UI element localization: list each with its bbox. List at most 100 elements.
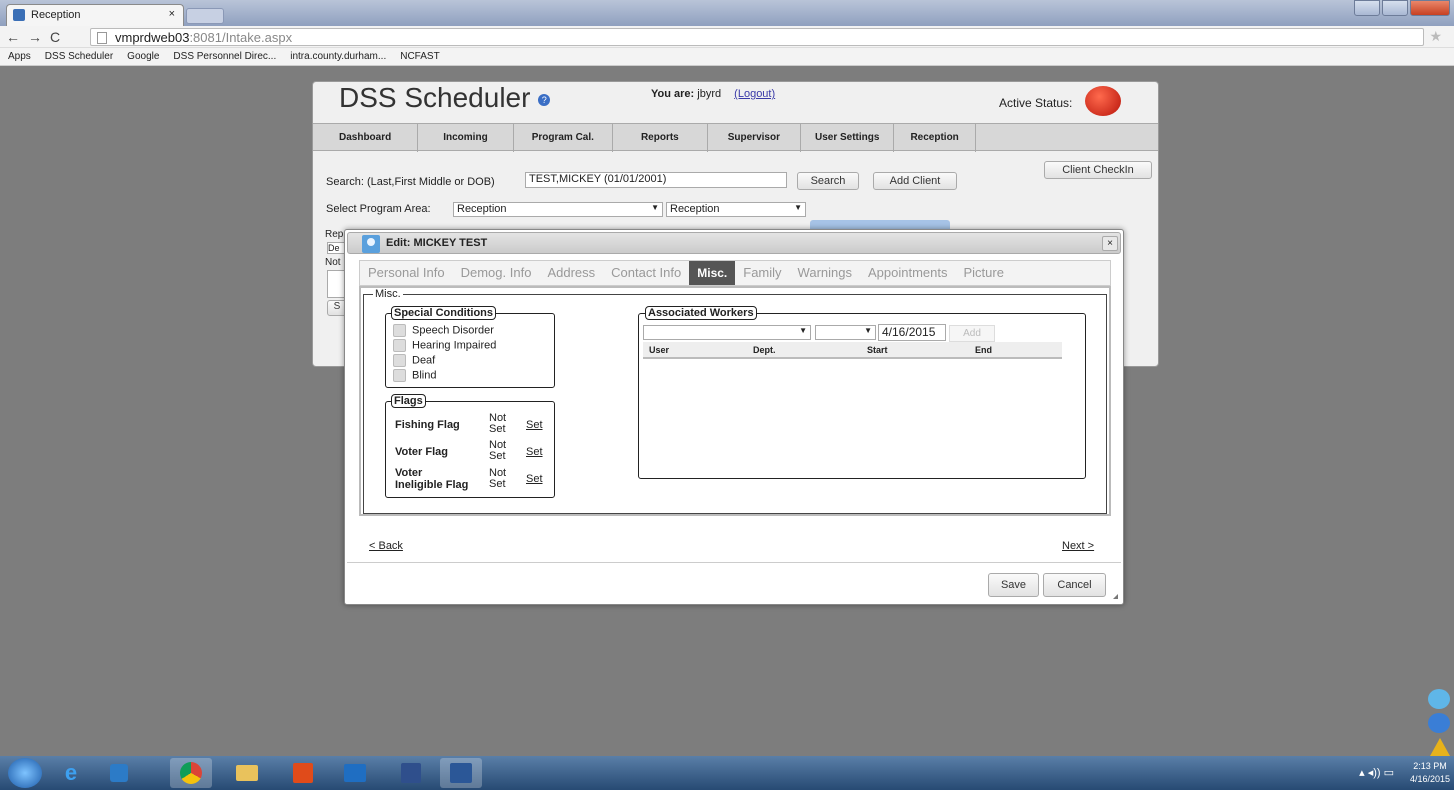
app-icon[interactable] (390, 758, 432, 788)
nav-reports[interactable]: Reports (613, 124, 708, 152)
forward-arrow-icon[interactable]: → (28, 29, 50, 45)
voter-ineligible-flag-set-link[interactable]: Set (526, 473, 543, 485)
voter-flag-label: Voter Flag (395, 446, 448, 458)
chrome-icon[interactable] (170, 758, 212, 788)
save-button[interactable]: Save (988, 573, 1039, 597)
bookmarks-bar: Apps DSS Scheduler Google DSS Personnel … (0, 48, 1454, 66)
search-button[interactable]: Search (797, 172, 859, 190)
nav-reception[interactable]: Reception (894, 124, 976, 152)
nav-user-settings[interactable]: User Settings (801, 124, 895, 152)
file-explorer-icon[interactable] (226, 758, 268, 788)
flag-name-line: Voter (395, 467, 423, 479)
col-end: End (975, 345, 992, 355)
next-link[interactable]: Next > (1062, 540, 1094, 552)
status-indicator[interactable] (1085, 86, 1121, 116)
program-area-select[interactable]: Reception ▼ (453, 202, 663, 217)
tab-address[interactable]: Address (539, 261, 603, 285)
tab-demog-info[interactable]: Demog. Info (453, 261, 540, 285)
speech-disorder-checkbox[interactable] (393, 324, 406, 337)
col-user: User (649, 345, 670, 355)
resize-handle-icon[interactable] (1113, 594, 1118, 599)
logout-link[interactable]: (Logout) (734, 88, 775, 100)
tab-appointments[interactable]: Appointments (860, 261, 956, 285)
back-link[interactable]: < Back (369, 540, 403, 552)
new-tab-button[interactable] (186, 8, 224, 24)
nav-program-cal[interactable]: Program Cal. (514, 124, 613, 152)
speech-disorder-row: Speech Disorder (393, 324, 494, 337)
clock[interactable]: 2:13 PM 4/16/2015 (1410, 760, 1450, 786)
misc-legend: Misc. (373, 288, 403, 300)
close-icon[interactable]: × (1102, 236, 1118, 251)
voter-flag-set-link[interactable]: Set (526, 446, 543, 458)
bookmark-apps[interactable]: Apps (8, 51, 31, 65)
address-bar[interactable]: vmprdweb03:8081/Intake.aspx (90, 28, 1424, 46)
search-input[interactable]: TEST,MICKEY (01/01/2001) (525, 172, 787, 188)
lync-icon[interactable] (282, 758, 324, 788)
system-tray[interactable]: ▴ ◂)) ▭ (1359, 766, 1394, 779)
program-sub-value: Reception (670, 203, 720, 215)
notes-label: Not (325, 257, 341, 268)
dropdown-arrow-icon: ▼ (864, 326, 872, 335)
tab-close-icon[interactable]: × (169, 8, 175, 20)
clock-date: 4/16/2015 (1409, 774, 1450, 784)
special-conditions-legend: Special Conditions (391, 306, 497, 320)
nav-incoming[interactable]: Incoming (418, 124, 514, 152)
hearing-impaired-checkbox[interactable] (393, 339, 406, 352)
minimize-icon[interactable] (1382, 0, 1408, 16)
bookmark-star-icon[interactable]: ★ (1429, 28, 1442, 45)
tab-picture[interactable]: Picture (955, 261, 1011, 285)
tab-warnings[interactable]: Warnings (790, 261, 860, 285)
search-icon[interactable] (1428, 713, 1450, 733)
start-date-input[interactable]: 4/16/2015 (878, 324, 946, 341)
tab-personal-info[interactable]: Personal Info (360, 261, 453, 285)
warning-icon[interactable] (1430, 738, 1450, 756)
calendar-icon (13, 9, 25, 21)
browser-tabstrip: Reception × (0, 0, 1454, 26)
bookmark-dss-scheduler[interactable]: DSS Scheduler (45, 51, 113, 65)
bookmark-ncfast[interactable]: NCFAST (400, 51, 439, 65)
fishing-flag-label: Fishing Flag (395, 419, 460, 431)
nav-dashboard[interactable]: Dashboard (313, 124, 419, 152)
blind-label: Blind (412, 369, 437, 382)
blind-checkbox[interactable] (393, 369, 406, 382)
close-window-icon[interactable] (1410, 0, 1450, 16)
help-icon[interactable]: ? (538, 93, 551, 106)
blind-row: Blind (393, 369, 436, 382)
worker-select[interactable]: ▼ (643, 325, 811, 340)
you-are-label: You are: (651, 88, 695, 100)
start-icon[interactable] (8, 758, 42, 788)
fishing-flag-status: Not Set (489, 413, 506, 435)
tab-contact-info[interactable]: Contact Info (603, 261, 689, 285)
cancel-button[interactable]: Cancel (1043, 573, 1106, 597)
chat-icon[interactable] (1428, 689, 1450, 709)
outlook-icon[interactable] (334, 758, 376, 788)
flags-legend: Flags (391, 394, 426, 408)
nav-supervisor[interactable]: Supervisor (708, 124, 801, 152)
app-title-text: DSS Scheduler (339, 82, 531, 113)
username: jbyrd (697, 88, 722, 100)
status-line: Set (489, 423, 506, 435)
add-worker-button[interactable]: Add (949, 325, 995, 342)
reload-icon[interactable]: C (50, 29, 68, 45)
modal-titlebar[interactable]: Edit: MICKEY TEST × (347, 232, 1121, 254)
add-client-button[interactable]: Add Client (873, 172, 957, 190)
user-info: You are: jbyrd (Logout) (651, 88, 775, 100)
bookmark-intra-county[interactable]: intra.county.durham... (290, 51, 386, 65)
bookmark-google[interactable]: Google (127, 51, 159, 65)
restore-icon[interactable] (1354, 0, 1380, 16)
word-icon[interactable] (440, 758, 482, 788)
fishing-flag-set-link[interactable]: Set (526, 419, 543, 431)
back-arrow-icon[interactable]: ← (6, 29, 28, 45)
program-sub-select[interactable]: Reception ▼ (666, 202, 806, 217)
deaf-checkbox[interactable] (393, 354, 406, 367)
internet-explorer-icon[interactable]: e (50, 758, 92, 788)
tab-misc[interactable]: Misc. (689, 261, 736, 285)
browser-toolbar: ←→C vmprdweb03:8081/Intake.aspx ★ (0, 26, 1454, 48)
client-checkin-button[interactable]: Client CheckIn (1044, 161, 1152, 179)
dept-select[interactable]: ▼ (815, 325, 876, 340)
tab-reception[interactable]: Reception × (6, 4, 184, 26)
tab-family[interactable]: Family (735, 261, 789, 285)
media-player-icon[interactable] (98, 758, 140, 788)
bookmark-dss-personnel[interactable]: DSS Personnel Direc... (173, 51, 276, 65)
associated-workers-legend: Associated Workers (645, 306, 757, 320)
